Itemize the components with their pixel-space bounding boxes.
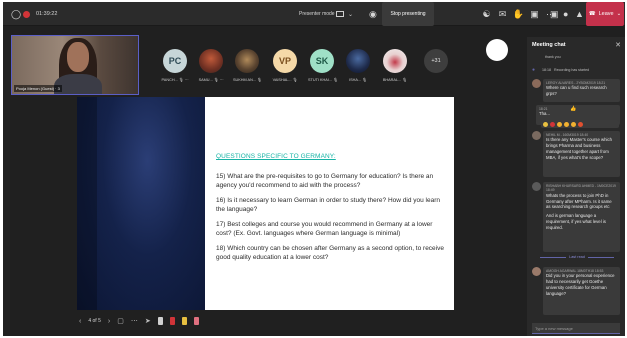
avatar: VP <box>273 49 297 73</box>
laugh-reaction-icon[interactable] <box>557 121 562 127</box>
like-reaction-icon[interactable] <box>543 121 548 127</box>
sad-reaction-icon[interactable] <box>571 121 576 127</box>
chat-message-text: And is german language a requirement, if… <box>546 213 606 230</box>
last-read-divider: Last read <box>535 255 619 259</box>
chat-title: Meeting chat <box>532 42 566 48</box>
slide-question-17: 17) Best colleges and course you would r… <box>216 221 433 237</box>
participant-name: VAISHAL... 🎙 <box>272 78 298 82</box>
chevron-down-icon: ⌄ <box>616 11 622 17</box>
eye-icon[interactable]: ◉ <box>369 2 377 26</box>
stop-presenting-button[interactable]: Stop presenting <box>382 2 434 26</box>
participant-tile[interactable]: ISHA... 🎙 <box>344 49 372 87</box>
slide-question-16: 16) Is it necessary to learn German in o… <box>216 197 440 213</box>
presentation-controls: ‹ 4 of 5 › ▢ ⋯ ➤ <box>79 314 199 328</box>
eraser-icon[interactable] <box>193 317 199 325</box>
microphone-icon[interactable]: ● <box>563 2 568 26</box>
avatar <box>532 182 541 191</box>
slide-grid-icon[interactable]: ▢ <box>117 317 124 325</box>
recording-started-text: Recording has started <box>554 68 590 72</box>
teams-meeting-window: ◯ 01:39:22 Presenter mode ⌄ ◉ Stop prese… <box>3 2 625 336</box>
surprised-reaction-icon[interactable] <box>564 121 569 127</box>
chat-message-text: Whats the process to join PhD in Germany… <box>546 192 612 210</box>
participant-name: ISHA... 🎙 <box>349 78 367 82</box>
avatar <box>235 49 259 73</box>
chevron-down-icon[interactable]: ⌄ <box>348 2 353 26</box>
slide-background-image <box>77 97 205 310</box>
chat-icon[interactable]: ✉ <box>497 9 508 20</box>
meeting-chat-panel: Meeting chat ✕ thank you ● 18:18 Recordi… <box>527 37 625 336</box>
presenter-mode-icon[interactable] <box>336 2 346 26</box>
camera-icon[interactable]: ▣ <box>550 2 559 26</box>
presenter-mode-label[interactable]: Presenter mode <box>299 2 335 26</box>
shield-icon: ◯ <box>10 8 22 19</box>
avatar <box>532 131 541 140</box>
participant-name: BHARAL... 🎙 <box>382 78 408 82</box>
angry-reaction-icon[interactable] <box>578 121 583 127</box>
leave-label: Leave <box>598 11 614 17</box>
pen-icon[interactable] <box>157 317 163 325</box>
participant-tile[interactable]: SK STUTI KHAI... 🎙 <box>308 49 338 87</box>
like-reaction-icon[interactable]: 👍 <box>570 106 576 112</box>
share-screen-icon[interactable]: ▲ <box>575 2 584 26</box>
participant-name: PANCH... 🎙 ⋯ <box>161 78 189 82</box>
chat-message-time: 18:18 <box>542 68 551 72</box>
recording-icon: ● <box>532 67 536 73</box>
shared-slide: QUESTIONS SPECIFIC TO GERMANY: 15) What … <box>205 97 454 310</box>
self-video-tile[interactable]: Pooja Menon (Guest) · 3 <box>11 35 139 95</box>
avatar: SK <box>310 49 334 73</box>
participant-tile[interactable]: BHARAL... 🎙 <box>381 49 409 87</box>
avatar: PC <box>163 49 187 73</box>
participant-name: STUTI KHAI... 🎙 <box>308 78 338 82</box>
rooms-icon[interactable]: ▣ <box>529 9 540 20</box>
leave-button[interactable]: ☎ Leave ⌄ <box>586 2 624 26</box>
heart-reaction-icon[interactable] <box>550 121 555 127</box>
reaction-bar <box>541 120 619 128</box>
next-slide-icon[interactable]: › <box>108 318 110 325</box>
participant-tile[interactable]: SUKHM AN... 🎙 <box>233 49 262 87</box>
previous-slide-icon[interactable]: ‹ <box>79 318 81 325</box>
slide-question-18: 18) Which country can be chosen after Ge… <box>216 245 444 261</box>
avatar <box>199 49 223 73</box>
slide-page-counter: 4 of 5 <box>88 318 101 324</box>
chat-compose-input[interactable]: Type a new message <box>532 323 620 334</box>
participant-tile[interactable]: VP VAISHAL... 🎙 <box>271 49 299 87</box>
highlighter-icon[interactable] <box>181 317 187 325</box>
participant-name: SAMU... 🎙 ⋯ <box>198 78 224 82</box>
self-video-name: Pooja Menon (Guest) · 3 <box>14 85 62 92</box>
participant-tile[interactable]: PC PANCH... 🎙 ⋯ <box>161 49 189 87</box>
laser-pointer-icon[interactable]: ➤ <box>145 317 151 325</box>
chat-message-text: Where can u find such research grps? <box>546 85 607 97</box>
participant-name: SUKHM AN... 🎙 <box>233 78 262 82</box>
avatar <box>532 79 541 88</box>
avatar <box>346 49 370 73</box>
people-icon[interactable]: ☯ <box>481 9 492 20</box>
slide-heading: QUESTIONS SPECIFIC TO GERMANY: <box>216 153 336 160</box>
participant-tile[interactable]: SAMU... 🎙 ⋯ <box>197 49 225 87</box>
chat-message-text: Tha... <box>539 111 550 117</box>
chat-message-text: Is there any Master's course which bring… <box>546 137 613 160</box>
meeting-toolbar: ◯ 01:39:22 Presenter mode ⌄ ◉ Stop prese… <box>3 2 625 26</box>
chat-message-meta: RISHABH KHURSARD AHMED - 1M0CE2019 18:49 <box>546 184 616 193</box>
close-icon[interactable]: ✕ <box>615 41 621 49</box>
chat-message-text: thank you <box>545 55 561 59</box>
raise-hand-icon[interactable]: ✋ <box>513 9 524 20</box>
avatar <box>532 267 541 276</box>
avatar <box>383 49 407 73</box>
more-participants-badge[interactable]: +31 <box>424 49 448 73</box>
recording-indicator-icon <box>23 2 31 26</box>
phone-icon: ☎ <box>588 11 596 17</box>
red-pen-icon[interactable] <box>169 317 175 325</box>
participant-avatar-blank <box>486 39 508 61</box>
slide-question-15: 15) What are the pre-requisites to go to… <box>216 173 434 189</box>
more-options-icon[interactable]: ⋯ <box>131 317 138 325</box>
meeting-timer: 01:39:22 <box>36 11 58 17</box>
chat-message-text: Did you in your personal experience had … <box>546 273 615 296</box>
